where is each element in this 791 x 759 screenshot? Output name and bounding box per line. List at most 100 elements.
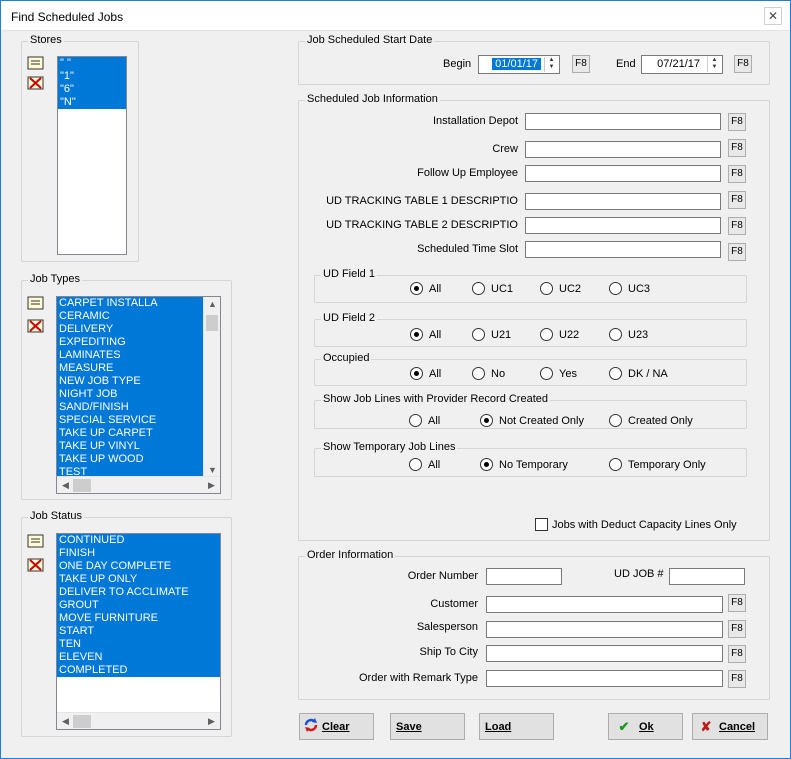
select-all-icon[interactable] (27, 296, 44, 310)
scroll-left-icon[interactable]: ◀ (57, 480, 74, 491)
list-item[interactable]: MOVE FURNITURE (57, 612, 220, 625)
clear-button[interactable]: Clear (299, 713, 374, 740)
radio-dot[interactable] (480, 414, 493, 427)
list-item[interactable]: "1" (58, 70, 126, 83)
installation-depot-input[interactable] (525, 113, 721, 130)
radio-dot[interactable] (540, 282, 553, 295)
list-item[interactable]: TEN (57, 638, 220, 651)
occupied-dkna-radio[interactable]: DK / NA (609, 367, 668, 380)
radio-dot[interactable] (609, 458, 622, 471)
ud2-u21-radio[interactable]: U21 (472, 328, 511, 341)
deselect-all-icon[interactable] (27, 558, 44, 572)
scroll-right-icon[interactable]: ▶ (203, 480, 220, 491)
ud1-all-radio[interactable]: All (410, 282, 441, 295)
radio-dot[interactable] (609, 414, 622, 427)
ship-to-city-f8-button[interactable]: F8 (728, 645, 746, 663)
list-item[interactable]: LAMINATES (57, 349, 203, 362)
occupied-yes-radio[interactable]: Yes (540, 367, 577, 380)
list-item[interactable]: FINISH (57, 547, 220, 560)
provider-not-created-radio[interactable]: Not Created Only (480, 414, 584, 427)
radio-dot[interactable] (410, 282, 423, 295)
ud1-uc3-radio[interactable]: UC3 (609, 282, 650, 295)
list-item[interactable]: TAKE UP WOOD (57, 453, 203, 466)
list-item[interactable]: SAND/FINISH (57, 401, 203, 414)
remark-type-input[interactable] (486, 670, 723, 687)
deselect-all-icon[interactable] (27, 319, 44, 333)
spin-down-icon[interactable]: ▼ (545, 64, 558, 71)
save-button[interactable]: Save (390, 713, 465, 740)
ud2-all-radio[interactable]: All (410, 328, 441, 341)
ud2-u22-radio[interactable]: U22 (540, 328, 579, 341)
list-item[interactable]: DELIVER TO ACCLIMATE (57, 586, 220, 599)
list-item[interactable]: TAKE UP ONLY (57, 573, 220, 586)
ud2-u23-radio[interactable]: U23 (609, 328, 648, 341)
ud-job-input[interactable] (669, 568, 745, 585)
list-item[interactable]: NIGHT JOB (57, 388, 203, 401)
list-item[interactable]: CERAMIC (57, 310, 203, 323)
follow-up-employee-f8-button[interactable]: F8 (728, 165, 746, 183)
list-item[interactable]: "N" (58, 96, 126, 109)
date-spinner[interactable]: ▲ ▼ (707, 57, 721, 72)
spin-up-icon[interactable]: ▲ (545, 57, 558, 64)
end-date-input[interactable]: 07/21/17 ▲ ▼ (641, 55, 723, 74)
list-item[interactable]: CONTINUED (57, 534, 220, 547)
deduct-capacity-checkbox[interactable]: Jobs with Deduct Capacity Lines Only (535, 518, 737, 531)
scroll-thumb[interactable] (73, 715, 91, 728)
occupied-no-radio[interactable]: No (472, 367, 505, 380)
list-item[interactable]: NEW JOB TYPE (57, 375, 203, 388)
temporary-only-radio[interactable]: Temporary Only (609, 458, 706, 471)
radio-dot[interactable] (410, 367, 423, 380)
salesperson-input[interactable] (486, 621, 723, 638)
crew-input[interactable] (525, 141, 721, 158)
installation-depot-f8-button[interactable]: F8 (728, 113, 746, 131)
follow-up-employee-input[interactable] (525, 165, 721, 182)
radio-dot[interactable] (410, 328, 423, 341)
scheduled-time-slot-input[interactable] (525, 241, 721, 258)
customer-f8-button[interactable]: F8 (728, 594, 746, 612)
scroll-left-icon[interactable]: ◀ (57, 716, 74, 727)
list-item[interactable]: ELEVEN (57, 651, 220, 664)
list-item[interactable]: " " (58, 57, 126, 70)
spin-down-icon[interactable]: ▼ (708, 64, 721, 71)
scroll-right-icon[interactable]: ▶ (203, 716, 220, 727)
list-item[interactable]: START (57, 625, 220, 638)
list-item[interactable]: EXPEDITING (57, 336, 203, 349)
begin-f8-button[interactable]: F8 (572, 55, 590, 73)
scroll-up-icon[interactable]: ▲ (204, 299, 220, 309)
order-number-input[interactable] (486, 568, 562, 585)
horizontal-scrollbar[interactable]: ◀ ▶ (57, 476, 220, 493)
radio-dot[interactable] (609, 282, 622, 295)
ud1-uc2-radio[interactable]: UC2 (540, 282, 581, 295)
job-status-list[interactable]: CONTINUED FINISH ONE DAY COMPLETE TAKE U… (56, 533, 221, 730)
radio-dot[interactable] (540, 367, 553, 380)
radio-dot[interactable] (409, 458, 422, 471)
radio-dot[interactable] (609, 328, 622, 341)
horizontal-scrollbar[interactable]: ◀ ▶ (57, 712, 220, 729)
date-spinner[interactable]: ▲ ▼ (544, 57, 558, 72)
begin-date-input[interactable]: 01/01/17 ▲ ▼ (478, 55, 560, 74)
scroll-down-icon[interactable]: ▼ (204, 465, 220, 475)
ud-tracking-2-f8-button[interactable]: F8 (728, 217, 746, 235)
deselect-all-icon[interactable] (27, 76, 44, 90)
provider-created-radio[interactable]: Created Only (609, 414, 693, 427)
salesperson-f8-button[interactable]: F8 (728, 620, 746, 638)
checkbox-box[interactable] (535, 518, 548, 531)
provider-all-radio[interactable]: All (409, 414, 440, 427)
remark-type-f8-button[interactable]: F8 (728, 670, 746, 688)
ok-button[interactable]: ✔ Ok (608, 713, 683, 740)
list-item[interactable]: SPECIAL SERVICE (57, 414, 203, 427)
radio-dot[interactable] (609, 367, 622, 380)
radio-dot[interactable] (540, 328, 553, 341)
crew-f8-button[interactable]: F8 (728, 139, 746, 157)
ud-tracking-1-input[interactable] (525, 193, 721, 210)
scroll-thumb[interactable] (206, 315, 218, 331)
close-icon[interactable]: ✕ (764, 7, 782, 25)
radio-dot[interactable] (472, 328, 485, 341)
list-item[interactable]: MEASURE (57, 362, 203, 375)
radio-dot[interactable] (480, 458, 493, 471)
radio-dot[interactable] (472, 367, 485, 380)
ship-to-city-input[interactable] (486, 645, 723, 662)
occupied-all-radio[interactable]: All (410, 367, 441, 380)
list-item[interactable]: ONE DAY COMPLETE (57, 560, 220, 573)
list-item[interactable]: TAKE UP VINYL (57, 440, 203, 453)
